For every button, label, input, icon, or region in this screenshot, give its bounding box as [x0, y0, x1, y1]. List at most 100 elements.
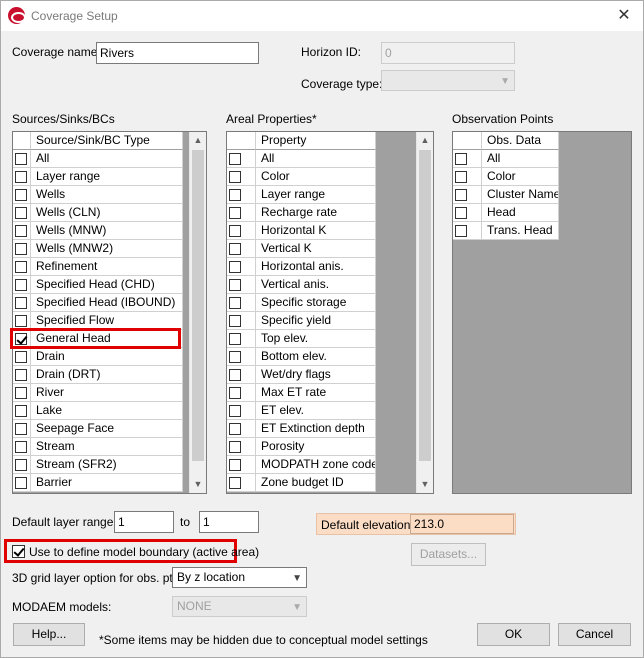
row-checkbox[interactable] — [229, 387, 241, 399]
cancel-button[interactable]: Cancel — [558, 623, 631, 646]
row-checkbox[interactable] — [15, 459, 27, 471]
row-label[interactable]: Wells (MNW2) — [31, 240, 183, 258]
scroll-thumb[interactable] — [192, 150, 204, 461]
row-checkbox[interactable] — [15, 369, 27, 381]
row-checkbox[interactable] — [455, 189, 467, 201]
row-checkbox[interactable] — [455, 153, 467, 165]
row-label[interactable]: Recharge rate — [256, 204, 376, 222]
row-label[interactable]: Color — [256, 168, 376, 186]
row-checkbox[interactable] — [15, 351, 27, 363]
ok-button[interactable]: OK — [477, 623, 550, 646]
row-label[interactable]: MODPATH zone code — [256, 456, 376, 474]
close-icon[interactable]: ✕ — [604, 2, 644, 30]
grid-layer-option-select[interactable]: By z location ▼ — [172, 567, 307, 588]
row-label[interactable]: Specified Head (IBOUND) — [31, 294, 183, 312]
row-label[interactable]: Top elev. — [256, 330, 376, 348]
row-label[interactable]: Porosity — [256, 438, 376, 456]
row-label[interactable]: Drain (DRT) — [31, 366, 183, 384]
row-label[interactable]: Wells — [31, 186, 183, 204]
row-label[interactable]: Stream — [31, 438, 183, 456]
scroll-thumb[interactable] — [419, 150, 431, 461]
row-label[interactable]: Head — [482, 204, 559, 222]
row-label[interactable]: All — [256, 150, 376, 168]
row-checkbox[interactable] — [455, 171, 467, 183]
row-checkbox[interactable] — [15, 153, 27, 165]
row-checkbox[interactable] — [229, 261, 241, 273]
scroll-down-icon[interactable]: ▼ — [190, 476, 206, 493]
row-label[interactable]: Wet/dry flags — [256, 366, 376, 384]
row-checkbox[interactable] — [15, 297, 27, 309]
scroll-up-icon[interactable]: ▲ — [417, 132, 433, 149]
row-label[interactable]: Refinement — [31, 258, 183, 276]
row-checkbox[interactable] — [229, 333, 241, 345]
help-button[interactable]: Help... — [13, 623, 85, 646]
model-boundary-checkbox[interactable] — [12, 545, 25, 558]
row-label[interactable]: All — [31, 150, 183, 168]
row-checkbox[interactable] — [229, 243, 241, 255]
row-checkbox[interactable] — [229, 297, 241, 309]
row-checkbox[interactable] — [15, 207, 27, 219]
row-label[interactable]: Specific yield — [256, 312, 376, 330]
row-label[interactable]: Trans. Head — [482, 222, 559, 240]
row-checkbox[interactable] — [455, 207, 467, 219]
layer-range-to-input[interactable]: 1 — [199, 511, 259, 533]
row-label[interactable]: Specific storage — [256, 294, 376, 312]
row-label[interactable]: River — [31, 384, 183, 402]
row-checkbox[interactable] — [229, 315, 241, 327]
horizon-id-input[interactable]: 0 — [381, 42, 515, 64]
row-label[interactable]: Specified Flow — [31, 312, 183, 330]
row-label[interactable]: Specified Head (CHD) — [31, 276, 183, 294]
row-checkbox[interactable] — [15, 225, 27, 237]
row-label[interactable]: Drain — [31, 348, 183, 366]
coverage-name-input[interactable]: Rivers — [96, 42, 259, 64]
row-checkbox[interactable] — [229, 477, 241, 489]
row-checkbox[interactable] — [455, 225, 467, 237]
row-label[interactable]: Max ET rate — [256, 384, 376, 402]
row-checkbox[interactable] — [229, 459, 241, 471]
default-elevation-input[interactable]: 213.0 — [410, 514, 514, 534]
row-checkbox[interactable] — [229, 279, 241, 291]
row-label[interactable]: Wells (MNW) — [31, 222, 183, 240]
row-checkbox[interactable] — [15, 261, 27, 273]
scroll-down-icon[interactable]: ▼ — [417, 476, 433, 493]
row-checkbox[interactable] — [229, 351, 241, 363]
row-label[interactable]: Vertical anis. — [256, 276, 376, 294]
row-label[interactable]: Bottom elev. — [256, 348, 376, 366]
row-checkbox[interactable] — [229, 405, 241, 417]
vertical-scrollbar[interactable]: ▲ ▼ — [189, 132, 206, 493]
row-label[interactable]: Stream (SFR2) — [31, 456, 183, 474]
row-checkbox[interactable] — [229, 369, 241, 381]
row-label[interactable]: ET elev. — [256, 402, 376, 420]
vertical-scrollbar[interactable]: ▲ ▼ — [416, 132, 433, 493]
row-checkbox[interactable] — [229, 441, 241, 453]
row-checkbox[interactable] — [15, 477, 27, 489]
row-checkbox[interactable] — [15, 243, 27, 255]
row-label[interactable]: Layer range — [256, 186, 376, 204]
row-checkbox[interactable] — [15, 405, 27, 417]
row-label[interactable]: Color — [482, 168, 559, 186]
row-label[interactable]: ET Extinction depth — [256, 420, 376, 438]
row-checkbox[interactable] — [15, 423, 27, 435]
coverage-type-select[interactable]: ▼ — [381, 70, 515, 91]
row-checkbox[interactable] — [229, 207, 241, 219]
row-checkbox[interactable] — [229, 225, 241, 237]
datasets-button[interactable]: Datasets... — [411, 543, 486, 566]
row-label[interactable]: Horizontal anis. — [256, 258, 376, 276]
row-checkbox[interactable] — [15, 315, 27, 327]
row-checkbox[interactable] — [15, 189, 27, 201]
row-checkbox[interactable] — [15, 279, 27, 291]
row-label[interactable]: General Head — [31, 330, 183, 348]
row-label[interactable]: Cluster Name — [482, 186, 559, 204]
layer-range-from-input[interactable]: 1 — [114, 511, 174, 533]
row-label[interactable]: Wells (CLN) — [31, 204, 183, 222]
modaem-select[interactable]: NONE ▼ — [172, 596, 307, 617]
row-checkbox[interactable] — [15, 333, 27, 345]
row-checkbox[interactable] — [229, 153, 241, 165]
row-checkbox[interactable] — [229, 189, 241, 201]
row-label[interactable]: Vertical K — [256, 240, 376, 258]
row-label[interactable]: Seepage Face — [31, 420, 183, 438]
row-checkbox[interactable] — [15, 387, 27, 399]
row-label[interactable]: Zone budget ID — [256, 474, 376, 492]
row-checkbox[interactable] — [229, 171, 241, 183]
row-label[interactable]: Horizontal K — [256, 222, 376, 240]
